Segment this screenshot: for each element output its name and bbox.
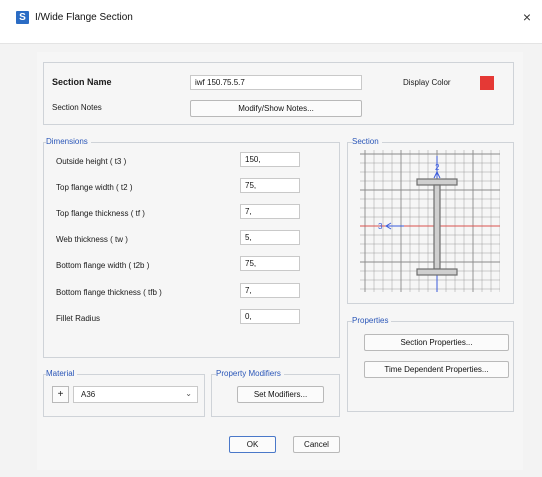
close-button[interactable]: × — [518, 8, 536, 26]
set-modifiers-button[interactable]: Set Modifiers... — [237, 386, 324, 403]
top-flange-width-field[interactable]: 75, — [240, 178, 300, 193]
top-flange-thickness-field[interactable]: 7, — [240, 204, 300, 219]
axis-2-label: 2 — [435, 163, 440, 172]
window-title: I/Wide Flange Section — [35, 12, 133, 23]
dimensions-group-title: Dimensions — [46, 137, 91, 146]
axis-3-label: 3 — [378, 222, 383, 231]
modify-notes-button[interactable]: Modify/Show Notes... — [190, 100, 362, 117]
dimension-label: Top flange width ( t2 ) — [56, 183, 133, 192]
chevron-down-icon: ⌄ — [185, 389, 192, 398]
section-preview-canvas: 2 3 — [360, 150, 500, 292]
close-icon: × — [522, 9, 532, 25]
material-selected-value: A36 — [81, 390, 96, 399]
dimensions-group — [43, 142, 340, 358]
add-material-button[interactable]: + — [52, 386, 69, 403]
section-group-title: Section — [352, 137, 382, 146]
cancel-button[interactable]: Cancel — [293, 436, 340, 453]
dimension-label: Top flange thickness ( tf ) — [56, 209, 145, 218]
fillet-radius-field[interactable]: 0, — [240, 309, 300, 324]
bottom-flange-thickness-field[interactable]: 7, — [240, 283, 300, 298]
dimension-label: Outside height ( t3 ) — [56, 157, 127, 166]
display-color-label: Display Color — [403, 78, 451, 87]
material-group-title: Material — [46, 369, 78, 378]
bottom-flange-width-field[interactable]: 75, — [240, 256, 300, 271]
app-logo-icon: S — [16, 11, 29, 24]
material-select[interactable]: A36 ⌄ — [73, 386, 198, 403]
section-properties-button[interactable]: Section Properties... — [364, 334, 509, 351]
title-bar: S I/Wide Flange Section × — [0, 0, 542, 44]
dimension-label: Web thickness ( tw ) — [56, 235, 128, 244]
top-flange-shape — [416, 178, 458, 186]
dimension-label: Bottom flange width ( t2b ) — [56, 261, 150, 270]
outside-height-field[interactable]: 150, — [240, 152, 300, 167]
section-name-label: Section Name — [52, 77, 112, 87]
section-name-field[interactable]: iwf 150.75.5.7 — [190, 75, 362, 90]
time-dependent-properties-button[interactable]: Time Dependent Properties... — [364, 361, 509, 378]
bottom-flange-shape — [416, 268, 458, 276]
section-notes-label: Section Notes — [52, 103, 102, 112]
display-color-swatch[interactable] — [480, 76, 494, 90]
web-shape — [433, 184, 441, 270]
dimension-label: Fillet Radius — [56, 314, 101, 323]
web-thickness-field[interactable]: 5, — [240, 230, 300, 245]
ok-button[interactable]: OK — [229, 436, 276, 453]
dimension-label: Bottom flange thickness ( tfb ) — [56, 288, 162, 297]
property-modifiers-group-title: Property Modifiers — [216, 369, 284, 378]
properties-group-title: Properties — [352, 316, 392, 325]
